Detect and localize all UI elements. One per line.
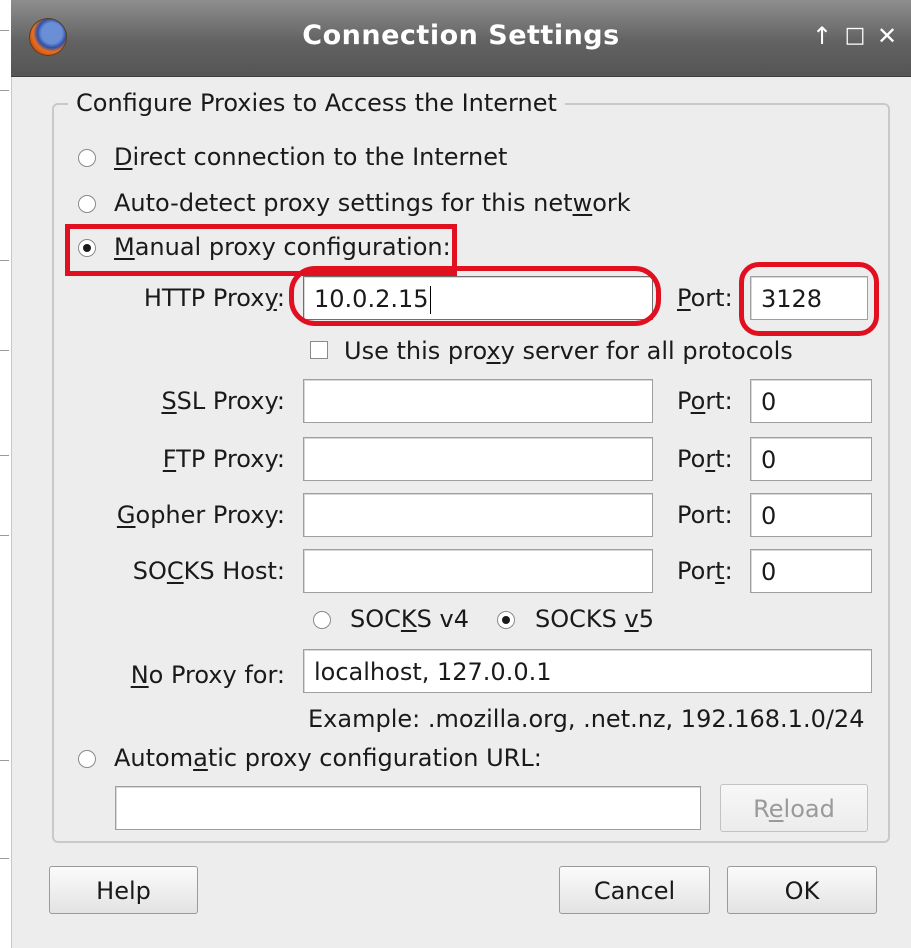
- socks-host-input[interactable]: [303, 549, 653, 593]
- direct-connection-label[interactable]: Direct connection to the Internet: [114, 143, 507, 171]
- http-port-highlight: [739, 262, 879, 336]
- ssl-port-label: Port:: [677, 387, 733, 415]
- ftp-port-input[interactable]: 0: [750, 437, 872, 481]
- ssl-proxy-input[interactable]: [303, 379, 653, 423]
- window-title: Connection Settings: [302, 20, 620, 51]
- socks-port-input[interactable]: 0: [750, 549, 872, 593]
- socks-v5-label[interactable]: SOCKS v5: [535, 605, 654, 633]
- no-proxy-input[interactable]: localhost, 127.0.0.1: [303, 649, 872, 693]
- help-button[interactable]: Help: [49, 866, 198, 914]
- gopher-proxy-label: Gopher Proxy:: [116, 501, 285, 529]
- autodetect-label[interactable]: Auto-detect proxy settings for this netw…: [114, 189, 631, 217]
- socks-v4-label[interactable]: SOCKS v4: [350, 605, 469, 633]
- close-icon[interactable]: ✕: [873, 22, 901, 50]
- use-proxy-all-protocols-label[interactable]: Use this proxy server for all protocols: [344, 337, 793, 365]
- title-bar[interactable]: Connection Settings ↑ □ ✕: [11, 0, 911, 77]
- socks-port-label: Port:: [677, 557, 733, 585]
- auto-proxy-url-label[interactable]: Automatic proxy configuration URL:: [114, 744, 542, 772]
- http-proxy-label: HTTP Proxy:: [143, 284, 285, 312]
- socks-v4-radio[interactable]: [313, 611, 331, 629]
- auto-proxy-url-radio[interactable]: [78, 750, 96, 768]
- gopher-proxy-input[interactable]: [303, 493, 653, 537]
- http-port-label: Port:: [677, 284, 733, 312]
- ssl-proxy-label: SSL Proxy:: [161, 387, 285, 415]
- gopher-port-label: Port:: [677, 501, 733, 529]
- no-proxy-label: No Proxy for:: [130, 661, 285, 689]
- connection-settings-dialog: Connection Settings ↑ □ ✕ Configure Prox…: [0, 0, 911, 948]
- auto-proxy-url-input[interactable]: [115, 786, 701, 830]
- socks-host-label: SOCKS Host:: [132, 557, 285, 585]
- ssl-port-input[interactable]: 0: [750, 379, 872, 423]
- cancel-button[interactable]: Cancel: [559, 866, 710, 914]
- background-window-edge: [0, 0, 12, 948]
- ok-button[interactable]: OK: [727, 866, 877, 914]
- ftp-port-label: Port:: [677, 445, 733, 473]
- gopher-port-input[interactable]: 0: [750, 493, 872, 537]
- http-proxy-highlight: [289, 266, 661, 326]
- socks-v5-radio[interactable]: [497, 611, 515, 629]
- ftp-proxy-input[interactable]: [303, 437, 653, 481]
- direct-connection-radio[interactable]: [78, 149, 96, 167]
- group-title: Configure Proxies to Access the Internet: [68, 89, 565, 117]
- up-arrow-icon[interactable]: ↑: [808, 22, 836, 50]
- maximize-icon[interactable]: □: [841, 22, 869, 50]
- no-proxy-example: Example: .mozilla.org, .net.nz, 192.168.…: [308, 705, 865, 733]
- autodetect-radio[interactable]: [78, 195, 96, 213]
- reload-button[interactable]: Reload: [720, 784, 868, 832]
- use-proxy-all-protocols-checkbox[interactable]: [310, 341, 328, 359]
- ftp-proxy-label: FTP Proxy:: [162, 445, 285, 473]
